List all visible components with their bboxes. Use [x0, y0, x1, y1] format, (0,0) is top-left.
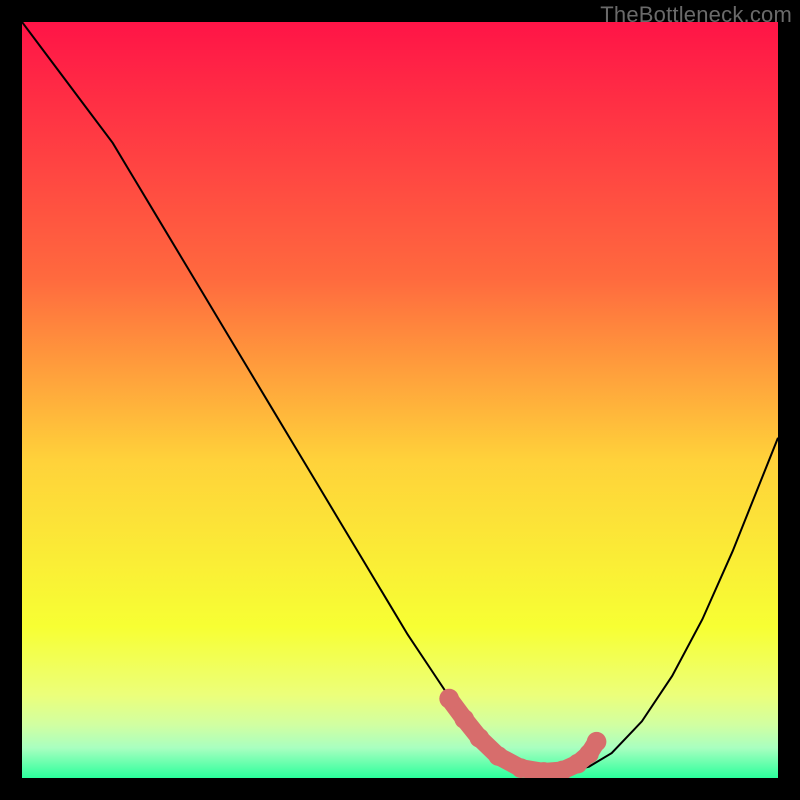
optimal-point — [511, 758, 531, 778]
optimal-point — [454, 709, 474, 729]
bottleneck-plot — [22, 22, 778, 778]
chart-stage: TheBottleneck.com — [0, 0, 800, 800]
optimal-point — [488, 746, 508, 766]
optimal-point — [439, 689, 459, 709]
gradient-background — [22, 22, 778, 778]
optimal-point — [470, 728, 490, 748]
optimal-point — [587, 732, 607, 752]
